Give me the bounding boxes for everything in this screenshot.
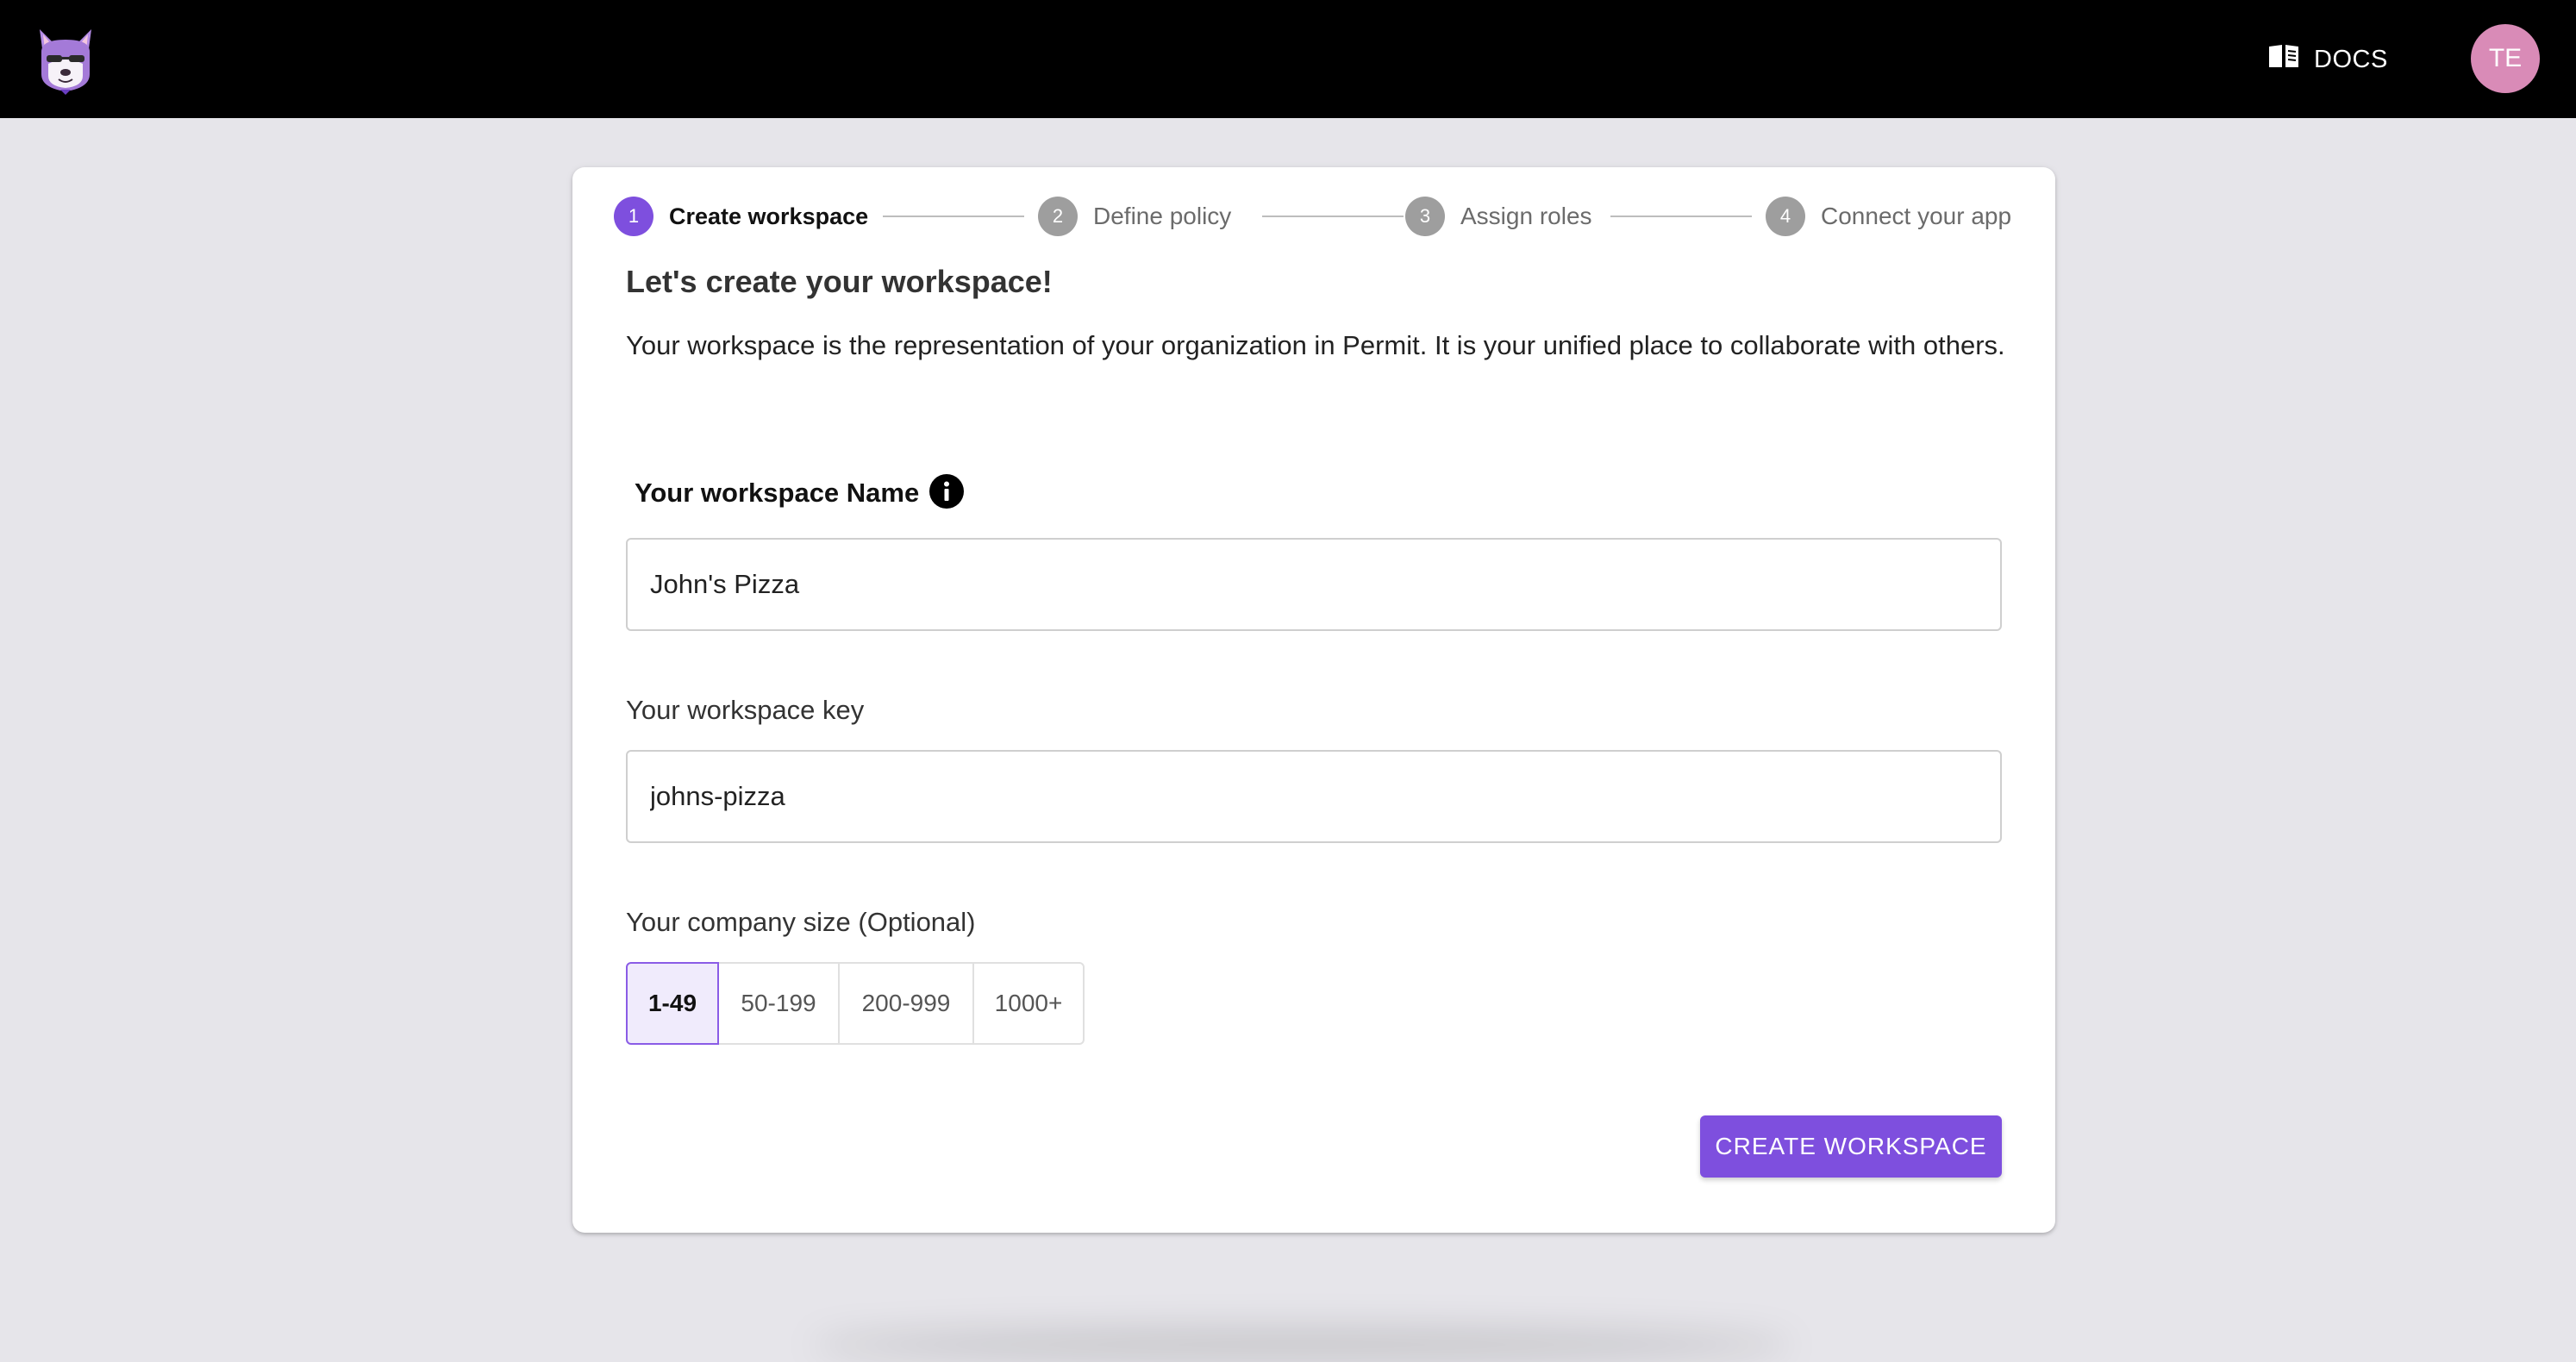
step-number-badge: 1: [614, 197, 653, 236]
workspace-name-label-row: Your workspace Name: [635, 474, 965, 512]
step-create-workspace[interactable]: 1 Create workspace: [614, 195, 868, 238]
step-connector: [1610, 216, 1752, 217]
step-number-badge: 2: [1038, 197, 1078, 236]
company-size-option-1-49[interactable]: 1-49: [626, 962, 719, 1045]
onboarding-card: 1 Create workspace 2 Define policy 3 Ass…: [572, 167, 2055, 1233]
step-connector: [883, 216, 1024, 217]
workspace-key-label: Your workspace key: [626, 695, 865, 725]
step-connect-your-app[interactable]: 4 Connect your app: [1766, 195, 2011, 238]
company-size-label: Your company size (Optional): [626, 907, 976, 937]
onboarding-stepper: 1 Create workspace 2 Define policy 3 Ass…: [614, 195, 2017, 238]
page-description: Your workspace is the representation of …: [626, 330, 2005, 360]
step-label: Define policy: [1093, 203, 1232, 229]
page-heading: Let's create your workspace!: [626, 264, 1053, 299]
company-size-option-50-199[interactable]: 50-199: [717, 962, 840, 1045]
open-book-icon: [2267, 43, 2314, 76]
step-assign-roles[interactable]: 3 Assign roles: [1405, 195, 1592, 238]
decorative-shadow: [810, 1328, 1793, 1362]
company-size-toggle-group: 1-49 50-199 200-999 1000+: [626, 962, 1085, 1045]
docs-label: DOCS: [2314, 45, 2388, 73]
company-size-option-1000-plus[interactable]: 1000+: [972, 962, 1085, 1045]
step-label: Assign roles: [1460, 203, 1592, 229]
create-workspace-button[interactable]: CREATE WORKSPACE: [1700, 1115, 2002, 1178]
avatar-initials: TE: [2488, 44, 2523, 72]
user-avatar[interactable]: TE: [2471, 24, 2540, 93]
step-define-policy[interactable]: 2 Define policy: [1038, 195, 1231, 238]
step-number-badge: 4: [1766, 197, 1805, 236]
info-icon[interactable]: [929, 474, 965, 509]
top-app-bar: DOCS TE: [0, 0, 2576, 118]
step-connector: [1262, 216, 1404, 217]
docs-link[interactable]: DOCS: [2267, 41, 2388, 78]
step-label: Create workspace: [669, 203, 869, 229]
step-label: Connect your app: [1821, 203, 2012, 229]
workspace-name-label: Your workspace Name: [635, 478, 920, 509]
fox-mascot-icon[interactable]: [34, 26, 97, 95]
step-number-badge: 3: [1405, 197, 1445, 236]
company-size-option-200-999[interactable]: 200-999: [838, 962, 974, 1045]
workspace-name-input[interactable]: [626, 538, 2002, 631]
workspace-key-input[interactable]: [626, 750, 2002, 843]
